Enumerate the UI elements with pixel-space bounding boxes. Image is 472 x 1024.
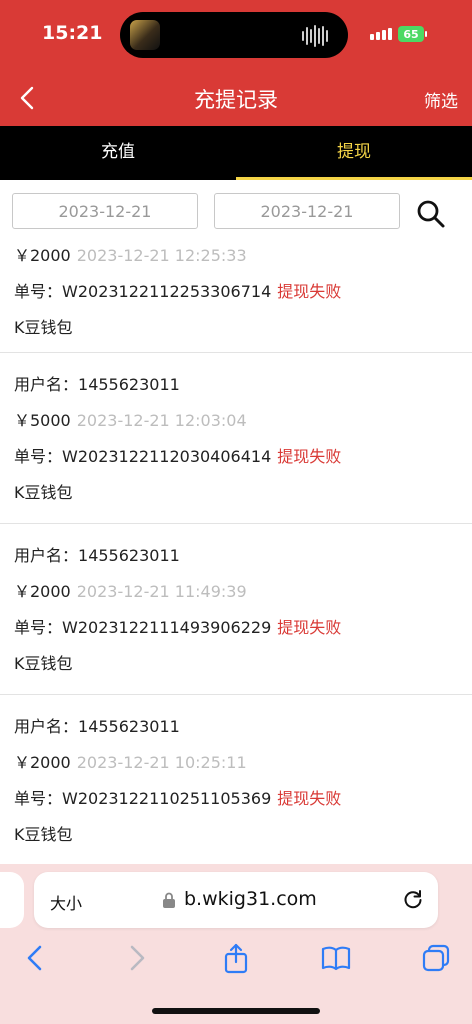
browser-chrome: 大小 b.wkig31.com: [0, 864, 472, 1024]
user-line: 用户名：1455623011: [14, 709, 472, 745]
user-line: 用户名：1455623011: [14, 367, 472, 403]
amount-line: ￥2000 2023-12-21 10:25:11: [14, 745, 472, 781]
wallet-name: K豆钱包: [14, 654, 73, 673]
user-label: 用户名：: [14, 546, 79, 565]
reload-icon[interactable]: [402, 888, 424, 910]
url-text: b.wkig31.com: [184, 888, 317, 910]
search-icon[interactable]: [416, 199, 446, 229]
amount-line: ￥2000 2023-12-21 11:49:39: [14, 574, 472, 610]
list-item[interactable]: 用户名：1455623011 ￥2000 2023-12-21 11:49:39 …: [0, 524, 472, 695]
wallet-name: K豆钱包: [14, 825, 73, 844]
record-time: 2023-12-21 12:25:33: [76, 246, 247, 265]
previous-tab-pill[interactable]: [0, 872, 24, 928]
status-badge: 提现失败: [277, 618, 342, 637]
order-label: 单号：: [14, 618, 63, 637]
status-badge: 提现失败: [277, 447, 342, 466]
home-indicator: [152, 1008, 320, 1014]
username: 1455623011: [78, 546, 180, 565]
bookmarks-icon[interactable]: [320, 942, 352, 974]
amount-line: ￥5000 2023-12-21 12:03:04: [14, 403, 472, 439]
battery-level: 65: [403, 27, 419, 41]
user-line: 用户名：1455623011: [14, 538, 472, 574]
record-time: 2023-12-21 10:25:11: [76, 753, 247, 772]
wallet-name: K豆钱包: [14, 318, 73, 337]
record-amount: ￥2000: [14, 246, 71, 265]
user-label: 用户名：: [14, 375, 79, 394]
record-amount: ￥5000: [14, 411, 71, 430]
status-badge: 提现失败: [277, 789, 342, 808]
forward-icon[interactable]: [120, 942, 152, 974]
filter-button[interactable]: 筛选: [424, 87, 458, 112]
battery-icon: 65: [398, 26, 424, 42]
order-line: 单号：W2023122112030406414 提现失败: [14, 439, 472, 475]
username: 1455623011: [78, 375, 180, 394]
tab-withdraw[interactable]: 提现: [236, 126, 472, 180]
record-amount: ￥2000: [14, 753, 71, 772]
audio-waveform-icon: [302, 25, 330, 47]
status-badge: 提现失败: [277, 282, 342, 301]
address-bar[interactable]: 大小 b.wkig31.com: [34, 872, 438, 928]
list-item[interactable]: 用户名：1455623011 ￥5000 2023-12-21 12:03:04 …: [0, 353, 472, 524]
order-number: W2023122111493906229: [62, 618, 272, 637]
order-label: 单号：: [14, 447, 63, 466]
start-date-input[interactable]: [12, 193, 198, 229]
tabs-icon[interactable]: [420, 942, 452, 974]
status-bar: 15:21 65: [0, 0, 472, 70]
dynamic-island: [120, 12, 348, 58]
order-line: 单号：W2023122112253306714 提现失败: [14, 274, 472, 310]
back-icon[interactable]: [20, 942, 52, 974]
record-amount: ￥2000: [14, 582, 71, 601]
username: 1455623011: [78, 717, 180, 736]
lock-icon: [163, 892, 175, 908]
order-label: 单号：: [14, 282, 63, 301]
order-number: W2023122112030406414: [62, 447, 272, 466]
order-label: 单号：: [14, 789, 63, 808]
order-number: W2023122112253306714: [62, 282, 272, 301]
status-time: 15:21: [42, 22, 103, 44]
order-number: W2023122110251105369: [62, 789, 272, 808]
battery-tip: [425, 31, 427, 37]
app-thumbnail-icon: [130, 20, 160, 50]
wallet-name: K豆钱包: [14, 483, 73, 502]
user-label: 用户名：: [14, 717, 79, 736]
nav-header: 充提记录 筛选: [0, 70, 472, 126]
text-size-button[interactable]: 大小: [50, 890, 82, 914]
list-item[interactable]: ￥2000 2023-12-21 12:25:33 单号：W20231221122…: [0, 244, 472, 353]
order-line: 单号：W2023122111493906229 提现失败: [14, 610, 472, 646]
tab-bar: 充值 提现: [0, 126, 472, 180]
record-time: 2023-12-21 12:03:04: [76, 411, 247, 430]
order-line: 单号：W2023122110251105369 提现失败: [14, 781, 472, 817]
list-item[interactable]: 用户名：1455623011 ￥2000 2023-12-21 10:25:11 …: [0, 695, 472, 864]
date-filter-row: [0, 180, 472, 244]
browser-toolbar: [0, 942, 472, 982]
page-title: 充提记录: [194, 88, 278, 112]
end-date-input[interactable]: [214, 193, 400, 229]
signal-icon: [370, 28, 392, 40]
tab-recharge[interactable]: 充值: [0, 126, 236, 180]
record-time: 2023-12-21 11:49:39: [76, 582, 247, 601]
amount-line: ￥2000 2023-12-21 12:25:33: [14, 244, 472, 274]
record-list: ￥2000 2023-12-21 12:25:33 单号：W20231221122…: [0, 244, 472, 864]
share-icon[interactable]: [220, 942, 252, 974]
